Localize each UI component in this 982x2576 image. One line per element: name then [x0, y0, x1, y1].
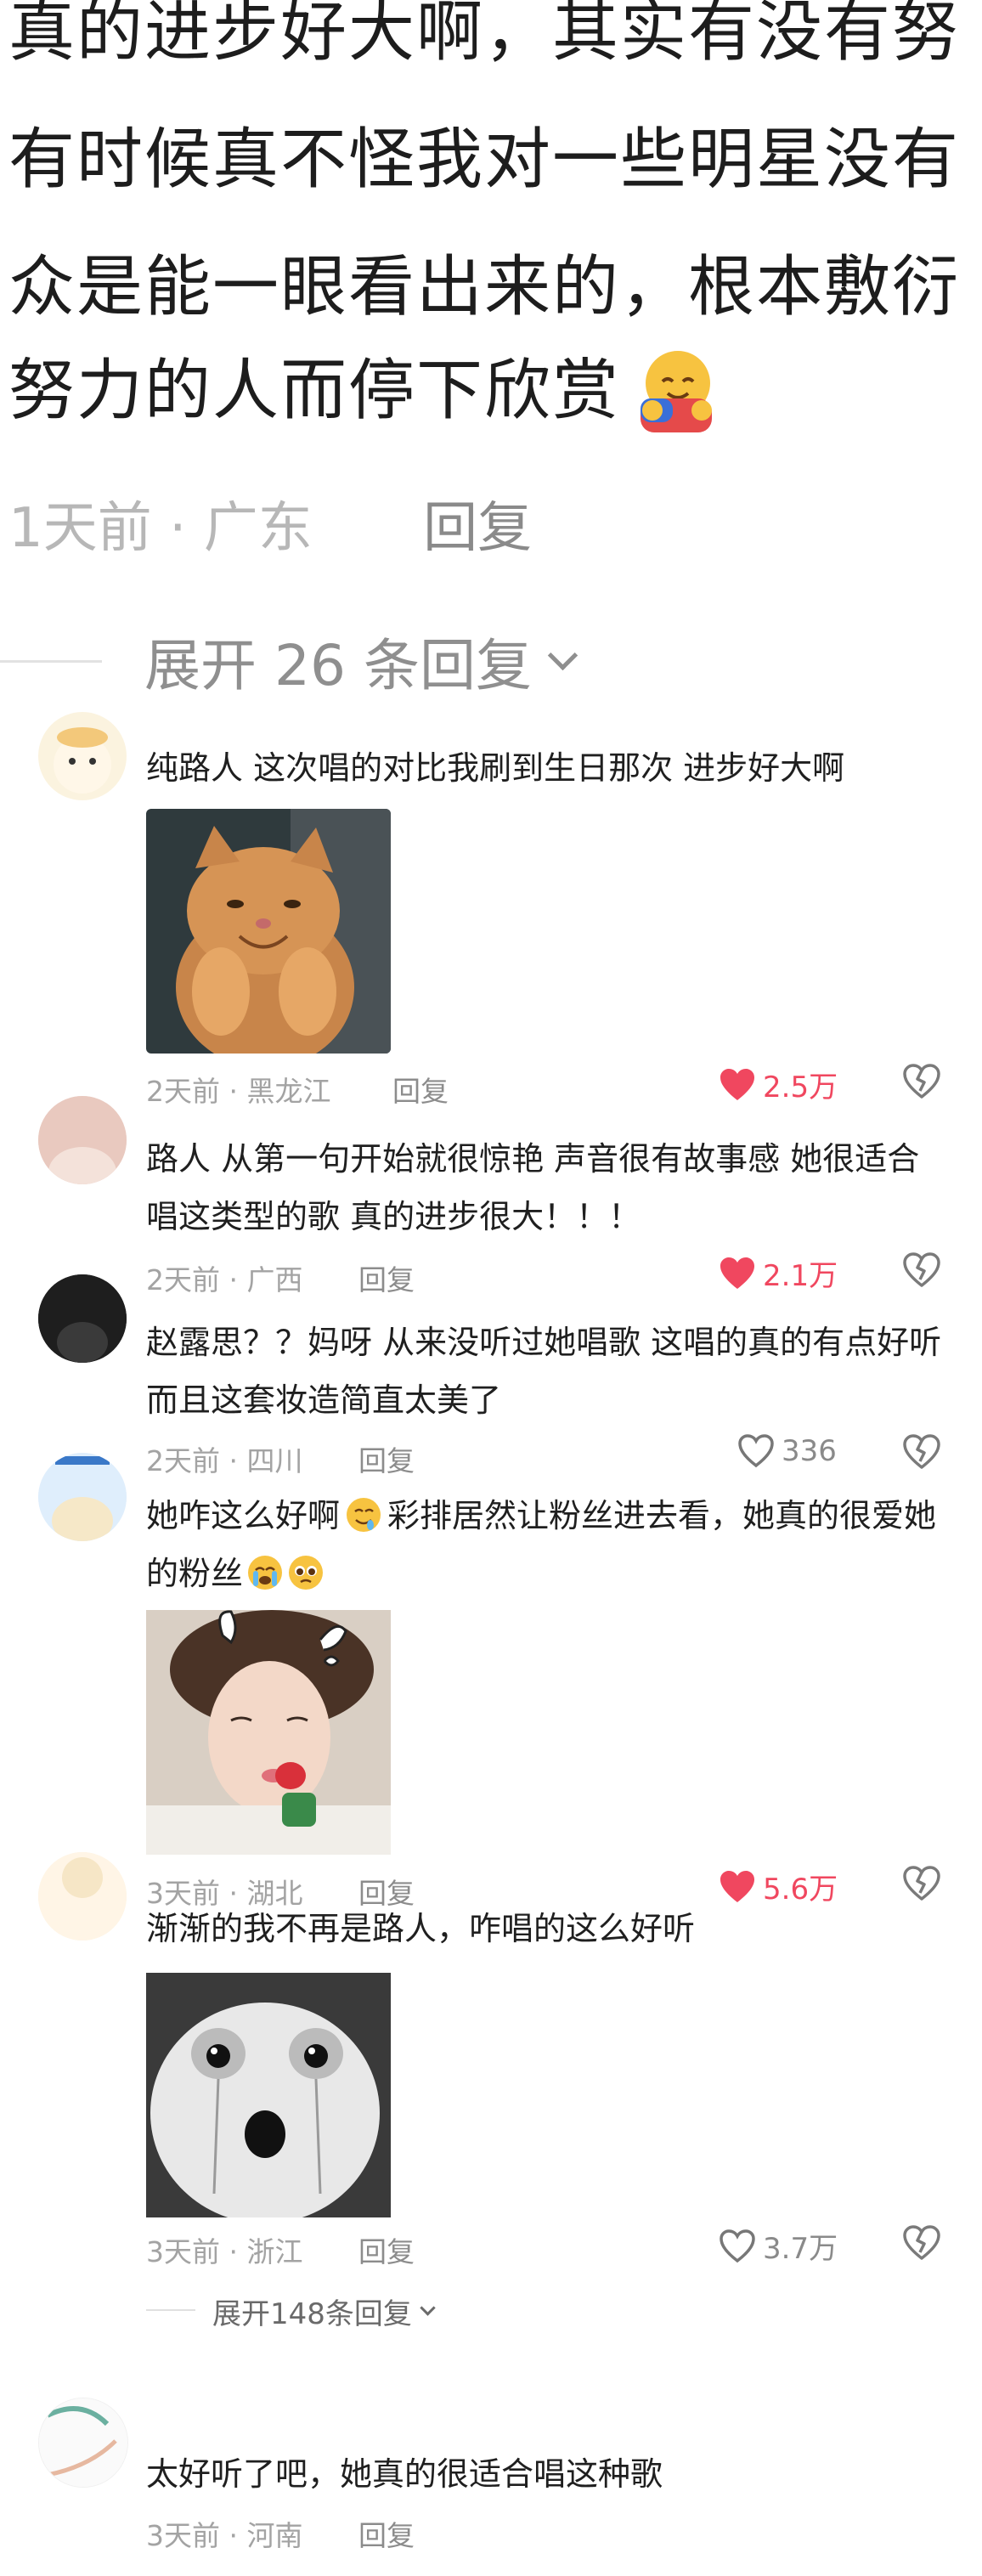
comment-text: 太好听了吧，她真的很适合唱这种歌 — [146, 2455, 663, 2493]
like-button[interactable]: 336 — [737, 1434, 837, 1468]
comment-time: 2天前 — [146, 1075, 220, 1108]
reply-button[interactable]: 回复 — [358, 2513, 415, 2554]
reply-button[interactable]: 回复 — [358, 1438, 415, 1479]
avatar[interactable] — [38, 1096, 127, 1184]
pleading-face-icon — [287, 1551, 325, 1590]
expand-more-replies-label: 展开148条回复 — [212, 2297, 412, 2331]
like-count: 336 — [782, 1434, 837, 1468]
dislike-button[interactable] — [902, 2225, 941, 2264]
broken-heart-icon — [903, 1064, 940, 1099]
heart-filled-icon — [720, 1870, 754, 1902]
heart-filled-icon — [720, 1257, 754, 1289]
top-comment-location: 广东 — [203, 497, 313, 560]
comment-location: 广西 — [246, 1263, 303, 1296]
comment-time: 2天前 — [146, 1263, 220, 1296]
like-button[interactable]: 2.5万 — [719, 1064, 838, 1105]
top-comment-meta: 1天前 · 广东 回复 — [8, 497, 533, 560]
comment-time: 2天前 — [146, 1444, 220, 1477]
avatar[interactable] — [38, 712, 127, 800]
expand-more-replies-button[interactable]: 展开148条回复 — [212, 2291, 436, 2332]
dislike-button[interactable] — [902, 1252, 941, 1291]
divider — [0, 659, 102, 663]
top-comment-time: 1天前 — [8, 497, 152, 560]
comment-meta: 3天前 · 河南 回复 — [146, 2513, 415, 2554]
comment-location: 浙江 — [246, 2235, 303, 2268]
comment-meta: 3天前 · 浙江 回复 — [146, 2229, 415, 2270]
comment-location: 黑龙江 — [246, 1075, 331, 1108]
comment-location: 四川 — [246, 1444, 303, 1477]
reply-button[interactable]: 回复 — [392, 1069, 449, 1110]
top-comment-line-1: 真的进步好大啊，其实有没有努 — [8, 0, 961, 71]
expand-replies-label: 展开 26 条回复 — [144, 633, 532, 698]
comment-text: 她咋这么好啊 — [146, 1497, 341, 1534]
broken-heart-icon — [903, 1252, 940, 1287]
comment-time: 3天前 — [146, 2235, 220, 2268]
like-button[interactable]: 2.1万 — [719, 1252, 838, 1294]
broken-heart-icon — [903, 2225, 940, 2260]
avatar[interactable] — [38, 2398, 128, 2488]
broken-heart-icon — [903, 1434, 940, 1469]
comment-location: 河南 — [246, 2519, 303, 2552]
dislike-button[interactable] — [902, 1064, 941, 1103]
like-count: 3.7万 — [763, 2232, 838, 2266]
comment-time: 3天前 — [146, 2519, 220, 2552]
comment-meta: 2天前 · 四川 回复 — [146, 1438, 415, 1479]
top-comment-line-2: 有时候真不怪我对一些明星没有 — [8, 121, 961, 198]
top-comment-line-3: 众是能一眼看出来的，根本敷衍 — [8, 249, 961, 325]
avatar[interactable] — [38, 1852, 127, 1940]
woman-eating-strawberry-photo[interactable] — [146, 1610, 391, 1855]
reply-button[interactable]: 回复 — [358, 2229, 415, 2270]
avatar[interactable] — [38, 1274, 127, 1363]
comment-meta: 2天前 · 黑龙江 回复 — [146, 1069, 449, 1110]
reply-button[interactable]: 回复 — [358, 1257, 415, 1298]
heart-outline-icon — [720, 2229, 755, 2262]
broken-heart-icon — [903, 1866, 940, 1901]
smiling-cat-photo[interactable] — [146, 809, 391, 1054]
comment-text: 赵露思？？妈呀 从来没听过她唱歌 这唱的真的有点好听 而且这套妆造简直太美了 — [146, 1324, 942, 1419]
crying-plush-face-photo[interactable] — [146, 1973, 391, 2217]
like-count: 2.5万 — [763, 1071, 838, 1104]
comment-text: 渐渐的我不再是路人，咋唱的这么好听 — [146, 1910, 696, 1947]
drooling-face-icon — [345, 1494, 382, 1532]
comment-text: 路人 从第一句开始就很惊艳 声音很有故事感 她很适合唱这类型的歌 真的进步很大！… — [146, 1140, 920, 1235]
like-button[interactable]: 3.7万 — [719, 2225, 838, 2267]
dislike-button[interactable] — [902, 1434, 941, 1473]
like-count: 2.1万 — [763, 1259, 838, 1293]
top-comment-reply-button[interactable]: 回复 — [423, 497, 532, 560]
divider — [146, 2309, 195, 2311]
comment-text: 纯路人 这次唱的对比我刷到生日那次 进步好大啊 — [146, 749, 845, 787]
hugging-face-icon — [629, 344, 722, 438]
crying-face-icon — [246, 1551, 284, 1590]
heart-filled-icon — [720, 1068, 754, 1100]
comment-text-wrap: 她咋这么好啊 彩排居然让粉丝进去看，她真的很爱她的粉丝 — [146, 1487, 945, 1602]
heart-outline-icon — [738, 1434, 774, 1468]
chevron-down-icon — [420, 2300, 436, 2316]
chevron-down-icon — [547, 640, 578, 670]
comment-meta: 2天前 · 广西 回复 — [146, 1257, 415, 1298]
avatar[interactable] — [38, 1453, 127, 1541]
expand-replies-button[interactable]: 展开 26 条回复 — [0, 620, 578, 702]
top-comment-line-4: 努力的人而停下欣赏 — [8, 353, 621, 429]
top-comment-line-4-wrap: 努力的人而停下欣赏 — [8, 344, 722, 438]
